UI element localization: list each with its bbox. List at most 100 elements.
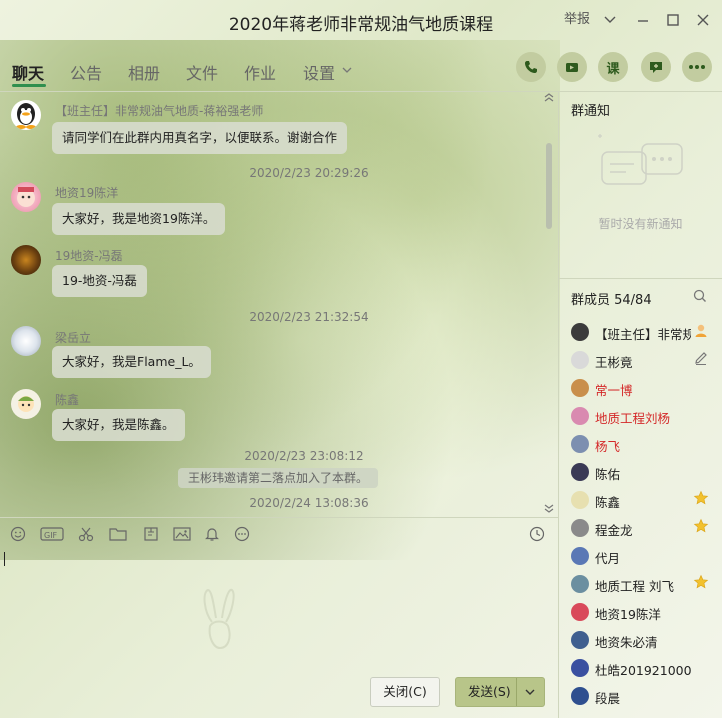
member-name: 地质工程刘杨 — [595, 411, 671, 426]
message-list[interactable]: 【班主任】非常规油气地质-蒋裕强老师 请同学们在此群内用真名字，以便联系。谢谢合… — [0, 92, 558, 517]
member-item[interactable]: 陈佑 — [559, 458, 722, 486]
video-call-button[interactable] — [557, 52, 587, 82]
avatar[interactable] — [571, 687, 589, 705]
message-sender: 19地资-冯磊 — [55, 249, 123, 263]
avatar[interactable] — [571, 659, 589, 677]
avatar[interactable] — [571, 631, 589, 649]
avatar[interactable] — [571, 575, 589, 593]
tab-album[interactable]: 相册 — [128, 60, 160, 84]
folder-icon[interactable] — [109, 526, 127, 542]
phone-icon — [525, 61, 537, 73]
avatar[interactable] — [571, 323, 589, 341]
screenshot-tool-icon[interactable] — [142, 526, 160, 542]
message-sender: 陈鑫 — [55, 393, 80, 407]
emoji-icon[interactable] — [9, 526, 27, 542]
avatar[interactable] — [571, 379, 589, 397]
message-input[interactable] — [4, 552, 552, 672]
message-bubble[interactable]: 大家好，我是Flame_L。 — [52, 346, 211, 378]
tab-bar: 聊天 公告 相册 文件 作业 设置 — [0, 48, 558, 92]
report-link[interactable]: 举报 — [564, 10, 590, 30]
member-item[interactable]: 地质工程刘杨 — [559, 402, 722, 430]
message-bubble[interactable]: 大家好，我是陈鑫。 — [52, 409, 185, 441]
chevron-down-icon[interactable] — [603, 10, 617, 30]
chat-scrollbar[interactable] — [546, 143, 552, 229]
avatar[interactable] — [11, 389, 41, 419]
text-cursor — [4, 552, 5, 566]
avatar[interactable] — [571, 547, 589, 565]
member-name: 杨飞 — [595, 439, 621, 454]
send-options-chevron-icon[interactable] — [524, 678, 536, 716]
gif-icon[interactable]: GIF — [40, 526, 64, 542]
avatar[interactable] — [571, 491, 589, 509]
send-label: 发送(S) — [468, 684, 511, 699]
settings-chevron-icon[interactable] — [341, 64, 353, 78]
member-item[interactable]: 程金龙 — [559, 514, 722, 542]
tab-homework[interactable]: 作业 — [244, 60, 276, 84]
search-icon[interactable] — [693, 289, 707, 306]
member-item[interactable]: 陈鑫 — [559, 486, 722, 514]
avatar[interactable] — [571, 463, 589, 481]
scissors-icon[interactable] — [77, 526, 95, 542]
more-tools-icon[interactable] — [233, 526, 251, 542]
empty-notice-text: 暂时没有新通知 — [598, 217, 683, 231]
message-sender: 地资19陈洋 — [55, 186, 119, 200]
member-item[interactable]: 代月 — [559, 542, 722, 570]
member-name: 程金龙 — [595, 523, 633, 538]
member-item[interactable]: 【班主任】非常规 — [559, 318, 722, 346]
star-icon — [692, 490, 710, 508]
course-button[interactable]: 课 — [598, 52, 628, 82]
send-split-divider — [516, 678, 517, 706]
member-name: 陈佑 — [595, 467, 621, 482]
avatar[interactable] — [11, 326, 41, 356]
member-name: 王彬竟 — [595, 355, 633, 370]
more-button[interactable] — [682, 52, 712, 82]
avatar[interactable] — [571, 351, 589, 369]
image-icon[interactable] — [173, 526, 191, 542]
active-tab-indicator — [12, 84, 46, 87]
voice-call-button[interactable] — [516, 52, 546, 82]
edit-icon — [692, 350, 710, 368]
send-button[interactable]: 发送(S) — [455, 677, 545, 707]
svg-text:GIF: GIF — [44, 531, 58, 540]
avatar[interactable] — [11, 100, 41, 130]
collapse-down-icon[interactable] — [543, 502, 555, 517]
member-item[interactable]: 地资朱必清 — [559, 626, 722, 654]
maximize-icon[interactable] — [666, 10, 680, 30]
member-item[interactable]: 地资19陈洋 — [559, 598, 722, 626]
close-icon[interactable] — [696, 10, 710, 30]
title-bar: 2020年蒋老师非常规油气地质课程 举报 — [0, 0, 722, 40]
member-item[interactable]: 杜皓201921000134 — [559, 654, 722, 682]
tab-files[interactable]: 文件 — [186, 60, 218, 84]
member-name: 地资19陈洋 — [595, 607, 661, 622]
avatar[interactable] — [571, 407, 589, 425]
member-item[interactable]: 王彬竟 — [559, 346, 722, 374]
minimize-icon[interactable] — [636, 10, 650, 30]
add-message-button[interactable] — [641, 52, 671, 82]
message-timestamp: 2020/2/23 20:29:26 — [249, 166, 369, 180]
tab-announcement[interactable]: 公告 — [70, 60, 102, 84]
tab-settings[interactable]: 设置 — [303, 60, 335, 84]
avatar[interactable] — [571, 519, 589, 537]
avatar[interactable] — [11, 182, 41, 212]
avatar[interactable] — [11, 245, 41, 275]
close-button[interactable]: 关闭(C) — [370, 677, 440, 707]
member-name: 杜皓201921000134 — [595, 663, 691, 678]
system-notice: 王彬玮邀请第二落点加入了本群。 — [178, 468, 379, 488]
tab-chat[interactable]: 聊天 — [12, 60, 44, 84]
collapse-up-icon[interactable] — [543, 92, 555, 107]
member-name: 陈鑫 — [595, 495, 621, 510]
member-item[interactable]: 段晨 — [559, 682, 722, 710]
member-count-title: 群成员 54/84 — [571, 293, 652, 308]
rabbit-watermark-icon — [203, 588, 235, 650]
member-item[interactable]: 常一博 — [559, 374, 722, 402]
member-item[interactable]: 地质工程 刘飞 — [559, 570, 722, 598]
history-clock-icon[interactable] — [528, 526, 546, 542]
message-bubble[interactable]: 请同学们在此群内用真名字，以便联系。谢谢合作 — [52, 122, 348, 154]
chat-window: 2020年蒋老师非常规油气地质课程 举报 聊天 公告 相册 文件 作业 设置 课… — [0, 0, 722, 718]
message-bubble[interactable]: 大家好，我是地资19陈洋。 — [52, 203, 226, 235]
avatar[interactable] — [571, 435, 589, 453]
message-bubble[interactable]: 19-地资-冯磊 — [52, 265, 147, 297]
member-item[interactable]: 杨飞 — [559, 430, 722, 458]
avatar[interactable] — [571, 603, 589, 621]
bell-icon[interactable] — [203, 526, 221, 542]
